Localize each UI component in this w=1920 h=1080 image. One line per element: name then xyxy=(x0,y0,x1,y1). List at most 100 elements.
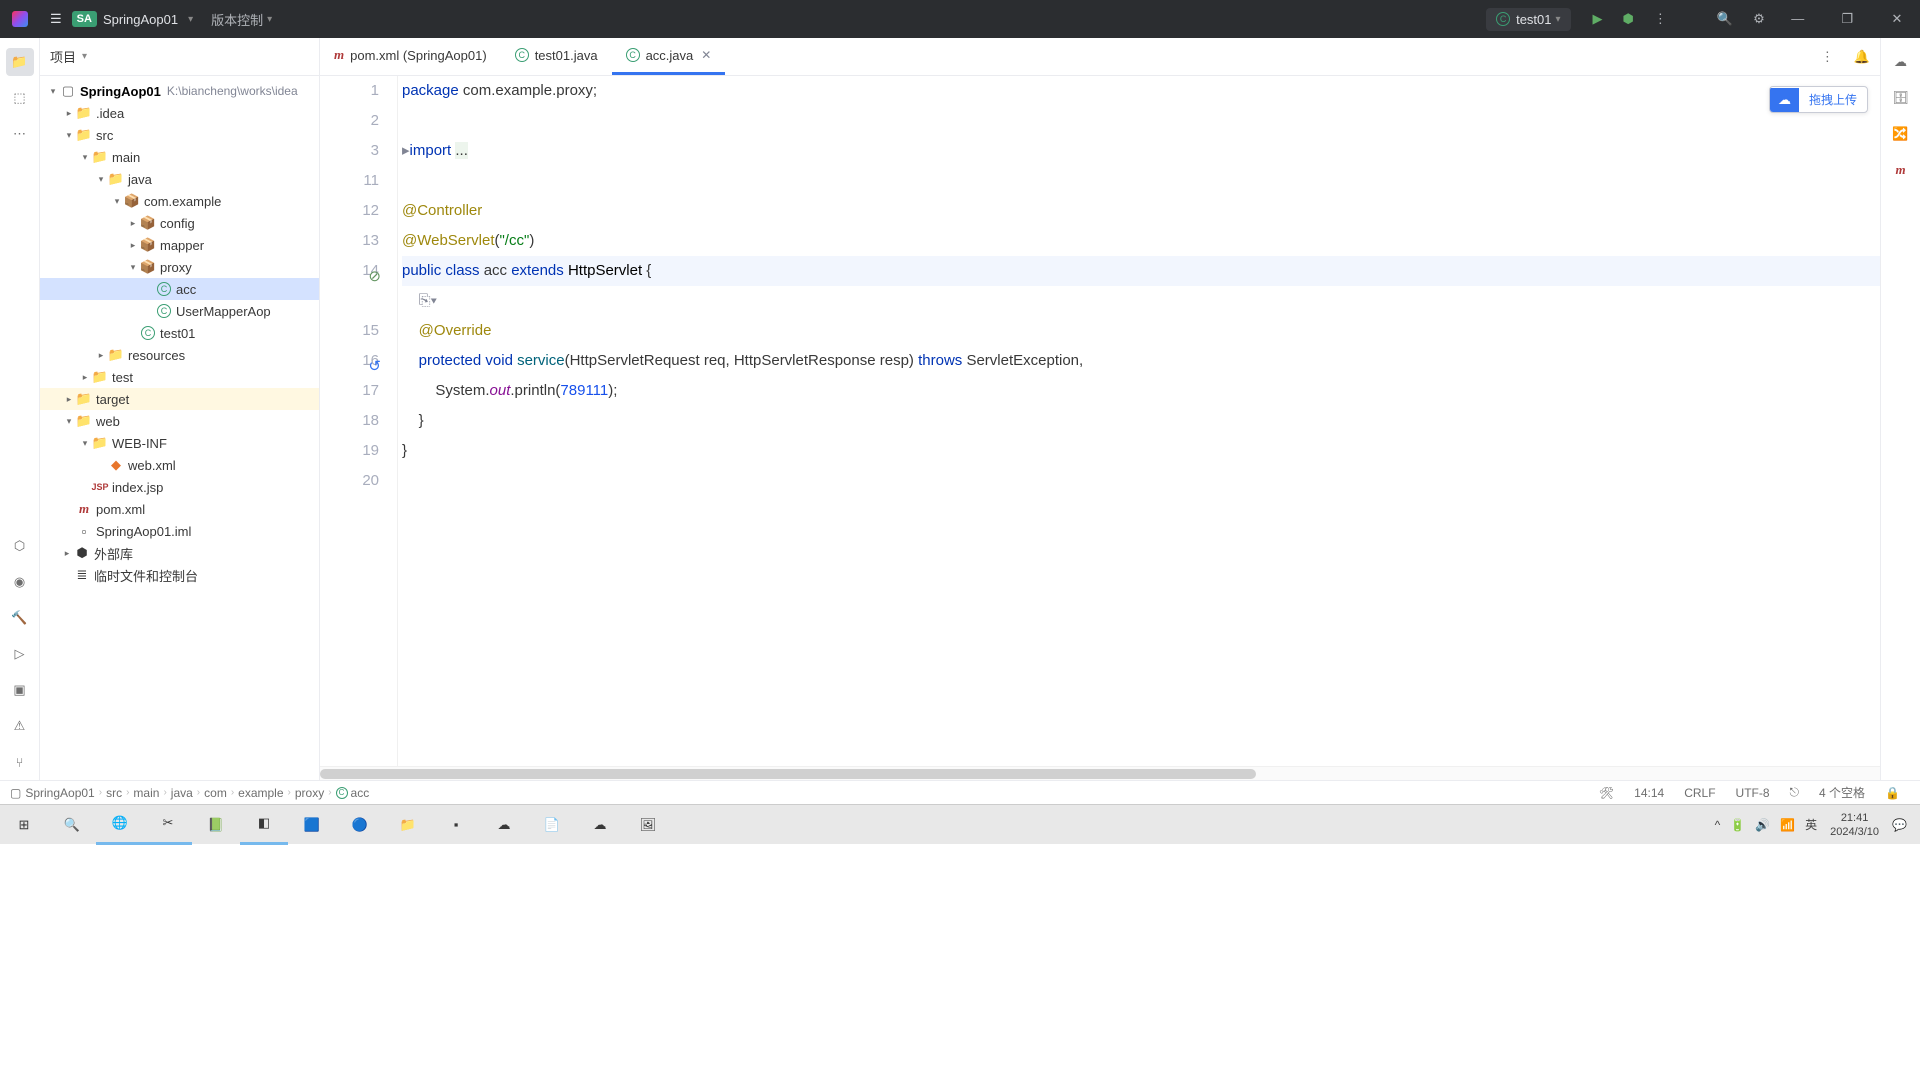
taskbar-app[interactable]: 📄 xyxy=(528,805,576,845)
vcs-menu[interactable]: 版本控制 xyxy=(211,10,263,29)
tray-chevron-icon[interactable]: ^ xyxy=(1715,818,1721,832)
tree-class-test01[interactable]: Ctest01 xyxy=(40,322,319,344)
close-icon[interactable]: ✕ xyxy=(701,48,711,62)
search-button[interactable]: 🔍 xyxy=(48,805,96,845)
taskbar-app[interactable]: 🔵 xyxy=(336,805,384,845)
maximize-button[interactable]: ❐ xyxy=(1824,11,1870,27)
bc-item[interactable]: com xyxy=(204,786,227,800)
tree-package-config[interactable]: ▸📦config xyxy=(40,212,319,234)
start-button[interactable]: ⊞ xyxy=(0,805,48,845)
debug-icon[interactable]: ⬢ xyxy=(1623,11,1634,27)
taskbar-clock[interactable]: 21:41 2024/3/10 xyxy=(1830,811,1879,839)
tree-class-acc[interactable]: Cacc xyxy=(40,278,319,300)
tree-class-usermapperaop[interactable]: CUserMapperAop xyxy=(40,300,319,322)
tree-file-iml[interactable]: ▫SpringAop01.iml xyxy=(40,520,319,542)
taskbar-app[interactable]: 📗 xyxy=(192,805,240,845)
wifi-icon[interactable]: 📶 xyxy=(1780,818,1795,832)
project-panel-header[interactable]: 项目 ▾ xyxy=(40,38,319,76)
search-icon[interactable]: 🔍 xyxy=(1717,11,1733,27)
structure-tool-icon[interactable]: ⬚ xyxy=(6,84,34,112)
endpoints-icon[interactable]: 🔀 xyxy=(1887,120,1915,148)
battery-icon[interactable]: 🔋 xyxy=(1730,818,1745,832)
ime-indicator[interactable]: 英 xyxy=(1805,816,1817,833)
git-icon[interactable]: ⑂ xyxy=(6,748,34,776)
problems-icon[interactable]: ⚠ xyxy=(6,712,34,740)
system-tray[interactable]: ^ 🔋 🔊 📶 英 21:41 2024/3/10 💬 xyxy=(1702,811,1920,839)
taskbar-app[interactable]: 🟦 xyxy=(288,805,336,845)
action-center-icon[interactable]: 💬 xyxy=(1892,818,1907,832)
readonly-icon[interactable]: ⎋ xyxy=(1790,785,1800,800)
build-icon[interactable]: 🔨 xyxy=(6,604,34,632)
tree-folder-test[interactable]: ▸📁test xyxy=(40,366,319,388)
database-icon[interactable]: 🗄 xyxy=(1887,84,1915,112)
code-content[interactable]: package com.example.proxy; ▸import ... @… xyxy=(398,76,1880,766)
services-icon[interactable]: ⬡ xyxy=(6,532,34,560)
status-cursor[interactable]: 14:14 xyxy=(1634,786,1664,800)
taskbar-app-edge[interactable]: 🌐 xyxy=(96,805,144,845)
bc-item[interactable]: SpringAop01 xyxy=(25,786,94,800)
tabs-more-icon[interactable]: ⋮ xyxy=(1811,38,1844,75)
chevron-down-icon[interactable]: ▾ xyxy=(188,14,193,25)
tree-folder-target[interactable]: ▸📁target xyxy=(40,388,319,410)
tab-acc[interactable]: Cacc.java✕ xyxy=(612,38,726,75)
cloud-sync-icon[interactable]: ☁ xyxy=(1887,48,1915,76)
bc-item[interactable]: example xyxy=(238,786,283,800)
run-icon[interactable]: ▷ xyxy=(6,640,34,668)
project-tool-icon[interactable]: 📁 xyxy=(6,48,34,76)
bc-item[interactable]: src xyxy=(106,786,122,800)
tree-external-libs[interactable]: ▸⬢外部库 xyxy=(40,542,319,564)
gear-icon[interactable]: ⚙ xyxy=(1753,11,1765,27)
code-editor[interactable]: 1 2 3 11 12 13 14⊘ 15 16↺ 17 18 19 20 pa… xyxy=(320,76,1880,766)
tree-folder-web[interactable]: ▾📁web xyxy=(40,410,319,432)
editor-hscroll[interactable] xyxy=(320,766,1880,780)
tree-file-pomxml[interactable]: mpom.xml xyxy=(40,498,319,520)
run-tool-icon[interactable]: ◉ xyxy=(6,568,34,596)
terminal-icon[interactable]: ▣ xyxy=(6,676,34,704)
upload-button[interactable]: ☁ 拖拽上传 xyxy=(1769,86,1868,113)
tree-folder-main[interactable]: ▾📁main xyxy=(40,146,319,168)
notifications-icon[interactable]: 🔔 xyxy=(1844,38,1880,75)
tree-folder-webinf[interactable]: ▾📁WEB-INF xyxy=(40,432,319,454)
status-line-ending[interactable]: CRLF xyxy=(1684,786,1715,800)
tree-folder-java[interactable]: ▾📁java xyxy=(40,168,319,190)
tree-folder-src[interactable]: ▾📁src xyxy=(40,124,319,146)
bc-item[interactable]: acc xyxy=(351,786,370,800)
tree-package-comexample[interactable]: ▾📦com.example xyxy=(40,190,319,212)
taskbar-app-terminal[interactable]: ▪ xyxy=(432,805,480,845)
tree-folder-resources[interactable]: ▸📁resources xyxy=(40,344,319,366)
taskbar-app[interactable]: 🖼 xyxy=(624,805,672,845)
project-name[interactable]: SpringAop01 xyxy=(103,12,178,27)
run-config-selector[interactable]: C test01 ▾ xyxy=(1486,8,1570,31)
more-tool-icon[interactable]: ⋯ xyxy=(6,120,34,148)
more-icon[interactable]: ⋮ xyxy=(1654,11,1667,27)
maven-icon[interactable]: m xyxy=(1887,156,1915,184)
volume-icon[interactable]: 🔊 xyxy=(1755,818,1770,832)
chevron-down-icon[interactable]: ▾ xyxy=(267,14,272,25)
run-icon[interactable]: ▶ xyxy=(1593,11,1603,27)
tab-pom[interactable]: mpom.xml (SpringAop01) xyxy=(320,38,501,75)
status-lock-icon[interactable]: 🔒 xyxy=(1885,786,1900,800)
tree-package-mapper[interactable]: ▸📦mapper xyxy=(40,234,319,256)
bc-item[interactable]: main xyxy=(133,786,159,800)
taskbar-app-intellij[interactable]: ◧ xyxy=(240,805,288,845)
taskbar-app-explorer[interactable]: 📁 xyxy=(384,805,432,845)
minimize-button[interactable]: — xyxy=(1775,11,1821,26)
close-button[interactable]: ✕ xyxy=(1874,11,1920,27)
taskbar-app[interactable]: ✂ xyxy=(144,805,192,845)
tab-test01[interactable]: Ctest01.java xyxy=(501,38,612,75)
tree-folder-idea[interactable]: ▸📁.idea xyxy=(40,102,319,124)
taskbar-app[interactable]: ☁ xyxy=(576,805,624,845)
tree-file-webxml[interactable]: ◆web.xml xyxy=(40,454,319,476)
hamburger-icon[interactable]: ☰ xyxy=(50,11,62,27)
status-indent[interactable]: 4 个空格 xyxy=(1819,784,1865,801)
build-icon[interactable]: 🛠 xyxy=(1599,786,1614,800)
tree-package-proxy[interactable]: ▾📦proxy xyxy=(40,256,319,278)
taskbar-app[interactable]: ☁ xyxy=(480,805,528,845)
bc-item[interactable]: java xyxy=(171,786,193,800)
override-icon[interactable]: ↺ xyxy=(367,352,381,366)
tree-file-indexjsp[interactable]: JSPindex.jsp xyxy=(40,476,319,498)
tree-scratches[interactable]: ≣临时文件和控制台 xyxy=(40,564,319,586)
status-encoding[interactable]: UTF-8 xyxy=(1736,786,1770,800)
tree-root[interactable]: ▾▢SpringAop01K:\biancheng\works\idea xyxy=(40,80,319,102)
bc-item[interactable]: proxy xyxy=(295,786,324,800)
